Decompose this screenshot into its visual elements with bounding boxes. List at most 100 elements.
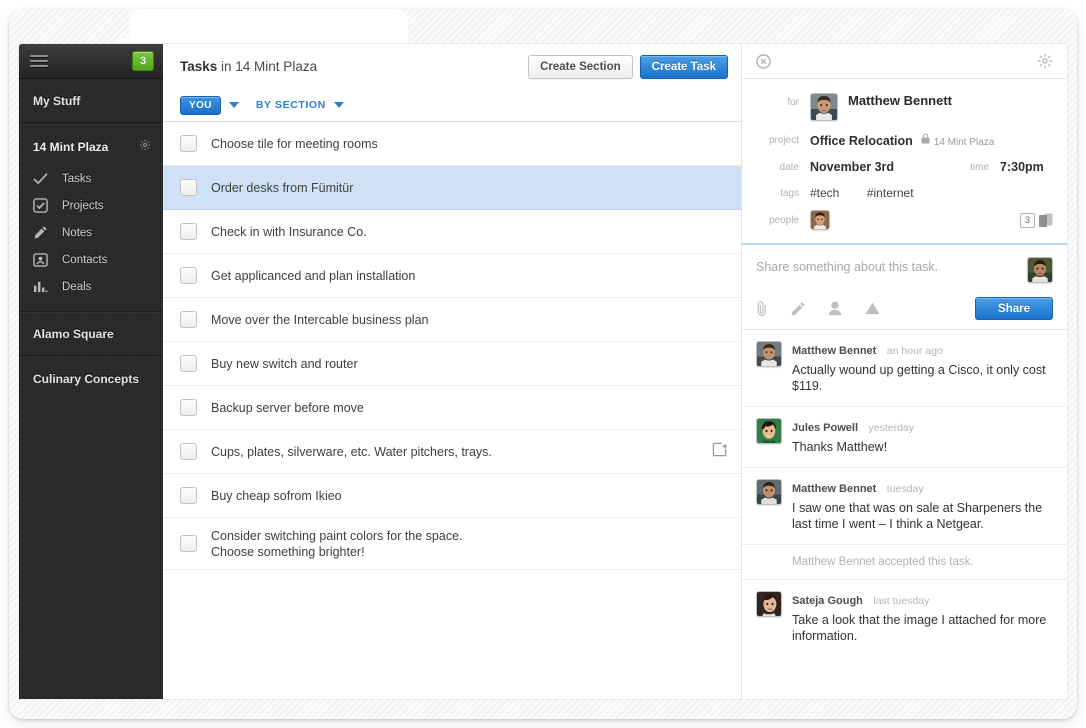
filter-by-section[interactable]: BY SECTION bbox=[256, 99, 326, 111]
tag-chip[interactable]: #tech bbox=[810, 186, 839, 200]
task-list: Choose tile for meeting rooms Order desk… bbox=[163, 122, 741, 699]
task-checkbox[interactable] bbox=[180, 487, 197, 504]
filter-bar: YOU BY SECTION bbox=[163, 89, 741, 122]
sidebar-item-deals[interactable]: Deals bbox=[19, 273, 163, 300]
gear-icon[interactable] bbox=[139, 139, 151, 154]
main-content: Tasks in 14 Mint Plaza Create Section Cr… bbox=[163, 44, 742, 699]
paperclip-icon[interactable] bbox=[756, 300, 768, 317]
list-item: Matthew Bennet tuesday I saw one that wa… bbox=[742, 468, 1067, 545]
meta-label-project: project bbox=[768, 135, 799, 146]
comment-text: Take a look that the image I attached fo… bbox=[792, 613, 1047, 643]
sidebar-section-my-stuff: My Stuff bbox=[19, 79, 163, 124]
table-row[interactable]: Buy new switch and router bbox=[163, 342, 741, 386]
task-label: Get applicanced and plan installation bbox=[211, 268, 416, 283]
avatar[interactable] bbox=[756, 418, 782, 444]
comment-body: Matthew Bennet an hour ago Actually woun… bbox=[792, 341, 1053, 394]
meta-row-tags: tags #tech #internet bbox=[756, 179, 1053, 205]
comment-body: Matthew Bennet tuesday I saw one that wa… bbox=[792, 479, 1053, 532]
chevron-down-icon[interactable] bbox=[333, 102, 344, 108]
share-input[interactable]: Share something about this task. bbox=[756, 257, 1027, 274]
check-icon bbox=[33, 171, 53, 187]
table-row[interactable]: Choose tile for meeting rooms bbox=[163, 122, 741, 166]
comment-timestamp: yesterday bbox=[868, 422, 915, 434]
hamburger-icon[interactable] bbox=[30, 52, 48, 70]
meta-label-date: date bbox=[779, 162, 799, 173]
task-checkbox[interactable] bbox=[180, 311, 197, 328]
close-icon[interactable] bbox=[756, 53, 771, 69]
create-section-button[interactable]: Create Section bbox=[528, 54, 633, 79]
lock-icon bbox=[921, 133, 930, 147]
people-actions: 3 bbox=[1020, 212, 1053, 228]
comment-text: Thanks Matthew! bbox=[792, 440, 888, 454]
table-row[interactable]: Move over the Intercable business plan bbox=[163, 298, 741, 342]
share-button[interactable]: Share bbox=[975, 297, 1053, 320]
task-label-line2: Choose something brighter! bbox=[211, 544, 365, 559]
project-sublabel: 14 Mint Plaza bbox=[933, 137, 995, 148]
task-label: Check in with Insurance Co. bbox=[211, 224, 367, 239]
date-value: November 3rd bbox=[810, 160, 895, 174]
notification-badge[interactable]: 3 bbox=[132, 51, 154, 71]
table-row[interactable]: Cups, plates, silverware, etc. Water pit… bbox=[163, 430, 741, 474]
sidebar-item-notes[interactable]: Notes bbox=[19, 219, 163, 246]
meta-label-people: people bbox=[768, 214, 799, 226]
cloud-icon[interactable] bbox=[864, 302, 881, 315]
task-checkbox[interactable] bbox=[180, 535, 197, 552]
sidebar-project-name: 14 Mint Plaza bbox=[33, 139, 109, 154]
sidebar-project-header[interactable]: 14 Mint Plaza bbox=[19, 124, 163, 165]
task-checkbox[interactable] bbox=[180, 355, 197, 372]
create-task-button[interactable]: Create Task bbox=[639, 54, 728, 79]
project-name: Office Relocation bbox=[810, 134, 913, 148]
table-row[interactable]: Consider switching paint colors for the … bbox=[163, 518, 741, 570]
sidebar-item-contacts[interactable]: Contacts bbox=[19, 246, 163, 273]
avatar[interactable] bbox=[756, 591, 782, 617]
sidebar-item-label: Projects bbox=[62, 199, 104, 212]
people-count-badge[interactable]: 3 bbox=[1020, 212, 1035, 228]
comment-timestamp: an hour ago bbox=[886, 345, 943, 357]
avatar[interactable] bbox=[810, 210, 830, 230]
main-header: Tasks in 14 Mint Plaza Create Section Cr… bbox=[163, 44, 741, 89]
table-row[interactable]: Get applicanced and plan installation bbox=[163, 254, 741, 298]
sidebar-item-my-stuff[interactable]: My Stuff bbox=[19, 79, 163, 123]
sidebar-section-alamo: Alamo Square bbox=[19, 312, 163, 357]
task-checkbox[interactable] bbox=[180, 223, 197, 240]
sidebar-item-label: Notes bbox=[62, 226, 93, 239]
task-checkbox[interactable] bbox=[180, 179, 197, 196]
task-checkbox[interactable] bbox=[180, 135, 197, 152]
avatar[interactable] bbox=[810, 93, 838, 121]
tag-chip[interactable]: #internet bbox=[867, 186, 914, 200]
task-checkbox[interactable] bbox=[180, 267, 197, 284]
pencil-icon bbox=[33, 225, 53, 241]
meta-row-project: project Office Relocation 14 Mint Plaza bbox=[756, 126, 1053, 153]
table-row[interactable]: Check in with Insurance Co. bbox=[163, 210, 741, 254]
composer-top-row: Share something about this task. bbox=[756, 257, 1053, 283]
task-label: Cups, plates, silverware, etc. Water pit… bbox=[211, 444, 492, 459]
people-stack-icon[interactable] bbox=[1039, 213, 1053, 228]
tags-group: #tech #internet bbox=[810, 184, 938, 200]
sidebar-item-culinary-concepts[interactable]: Culinary Concepts bbox=[19, 357, 163, 400]
comment-author: Matthew Bennet bbox=[792, 483, 877, 495]
comment-header: Jules Powell yesterday bbox=[792, 418, 914, 435]
assignee-name: Matthew Bennett bbox=[848, 93, 952, 108]
meta-row-date-time: date November 3rd time 7:30pm bbox=[756, 153, 1053, 179]
sidebar-item-tasks[interactable]: Tasks bbox=[19, 165, 163, 192]
filter-you-pill[interactable]: YOU bbox=[180, 95, 221, 115]
person-icon[interactable] bbox=[828, 301, 842, 316]
meta-label-time: time bbox=[970, 162, 989, 173]
chevron-down-icon[interactable] bbox=[228, 102, 239, 108]
task-checkbox[interactable] bbox=[180, 443, 197, 460]
table-row[interactable]: Order desks from Fümitür bbox=[163, 166, 741, 210]
comment-timestamp: tuesday bbox=[886, 483, 924, 495]
avatar[interactable] bbox=[756, 341, 782, 367]
table-row[interactable]: Buy cheap sofrom Ikieo bbox=[163, 474, 741, 518]
table-row[interactable]: Backup server before move bbox=[163, 386, 741, 430]
forward-icon[interactable] bbox=[712, 442, 728, 462]
gear-icon[interactable] bbox=[1037, 53, 1053, 69]
avatar[interactable] bbox=[756, 479, 782, 505]
sidebar-item-projects[interactable]: Projects bbox=[19, 192, 163, 219]
pencil-icon[interactable] bbox=[790, 301, 806, 317]
sidebar-item-alamo-square[interactable]: Alamo Square bbox=[19, 312, 163, 356]
contact-card-icon bbox=[33, 252, 53, 268]
sidebar-section-project: 14 Mint Plaza Tasks Projects Notes Conta… bbox=[19, 124, 163, 312]
task-checkbox[interactable] bbox=[180, 399, 197, 416]
task-detail-panel: for Matthew Bennett project Office Reloc… bbox=[742, 44, 1067, 699]
